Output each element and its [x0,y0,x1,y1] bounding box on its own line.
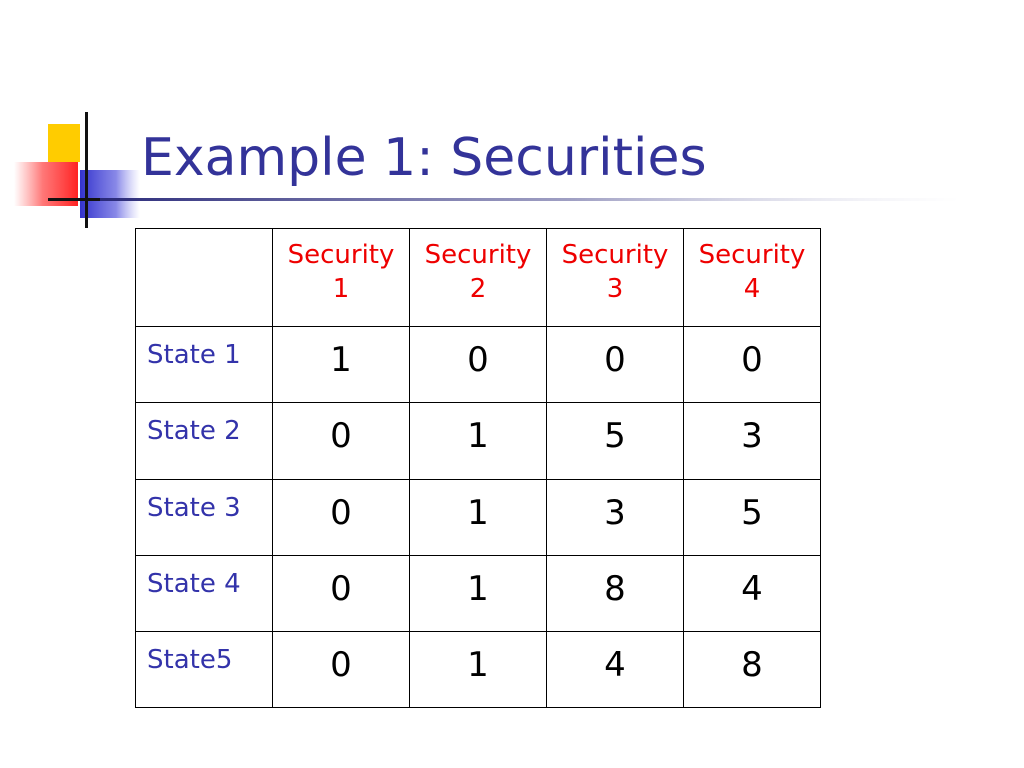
value-cell: 0 [272,478,410,556]
row-label: State 4 [135,554,273,632]
row-label: State 3 [135,478,273,556]
value-cell: 0 [546,326,684,404]
table-row-state-5: State5 0 1 4 8 [135,630,821,709]
title-underline [100,198,960,201]
value-cell: 5 [546,402,684,480]
value-cell: 0 [409,326,547,404]
column-header-line1: Security [561,240,669,270]
table-corner-cell [135,227,273,328]
value-cell: 1 [409,402,547,480]
value-cell: 8 [546,554,684,632]
securities-table: Security 1 Security 2 Security 3 Securit… [135,227,821,709]
value-cell: 0 [272,554,410,632]
table-row-state-2: State 2 0 1 5 3 [135,402,821,480]
column-header-security-3: Security 3 [546,227,684,328]
slide-title: Example 1: Securities [141,128,707,188]
deco-horizontal-line-left [48,198,108,201]
table-header-row: Security 1 Security 2 Security 3 Securit… [135,227,821,328]
value-cell: 4 [683,554,821,632]
column-header-line2: 1 [332,274,350,304]
row-label: State 2 [135,402,273,480]
table-row-state-4: State 4 0 1 8 4 [135,554,821,632]
column-header-line1: Security [287,240,395,270]
value-cell: 8 [683,630,821,709]
row-label: State 1 [135,326,273,404]
value-cell: 1 [272,326,410,404]
column-header-line2: 2 [469,274,487,304]
column-header-line2: 3 [606,274,624,304]
value-cell: 0 [272,630,410,709]
value-cell: 0 [683,326,821,404]
column-header-line1: Security [424,240,532,270]
value-cell: 4 [546,630,684,709]
table-row-state-1: State 1 1 0 0 0 [135,326,821,404]
value-cell: 1 [409,630,547,709]
column-header-line2: 4 [743,274,761,304]
deco-vertical-line [85,112,88,228]
row-label: State5 [135,630,273,709]
column-header-security-4: Security 4 [683,227,821,328]
value-cell: 3 [546,478,684,556]
value-cell: 3 [683,402,821,480]
column-header-line1: Security [698,240,806,270]
column-header-security-1: Security 1 [272,227,410,328]
deco-blue-bar [80,170,140,218]
deco-yellow-square [48,124,80,162]
value-cell: 1 [409,554,547,632]
value-cell: 0 [272,402,410,480]
table-row-state-3: State 3 0 1 3 5 [135,478,821,556]
value-cell: 5 [683,478,821,556]
column-header-security-2: Security 2 [409,227,547,328]
value-cell: 1 [409,478,547,556]
